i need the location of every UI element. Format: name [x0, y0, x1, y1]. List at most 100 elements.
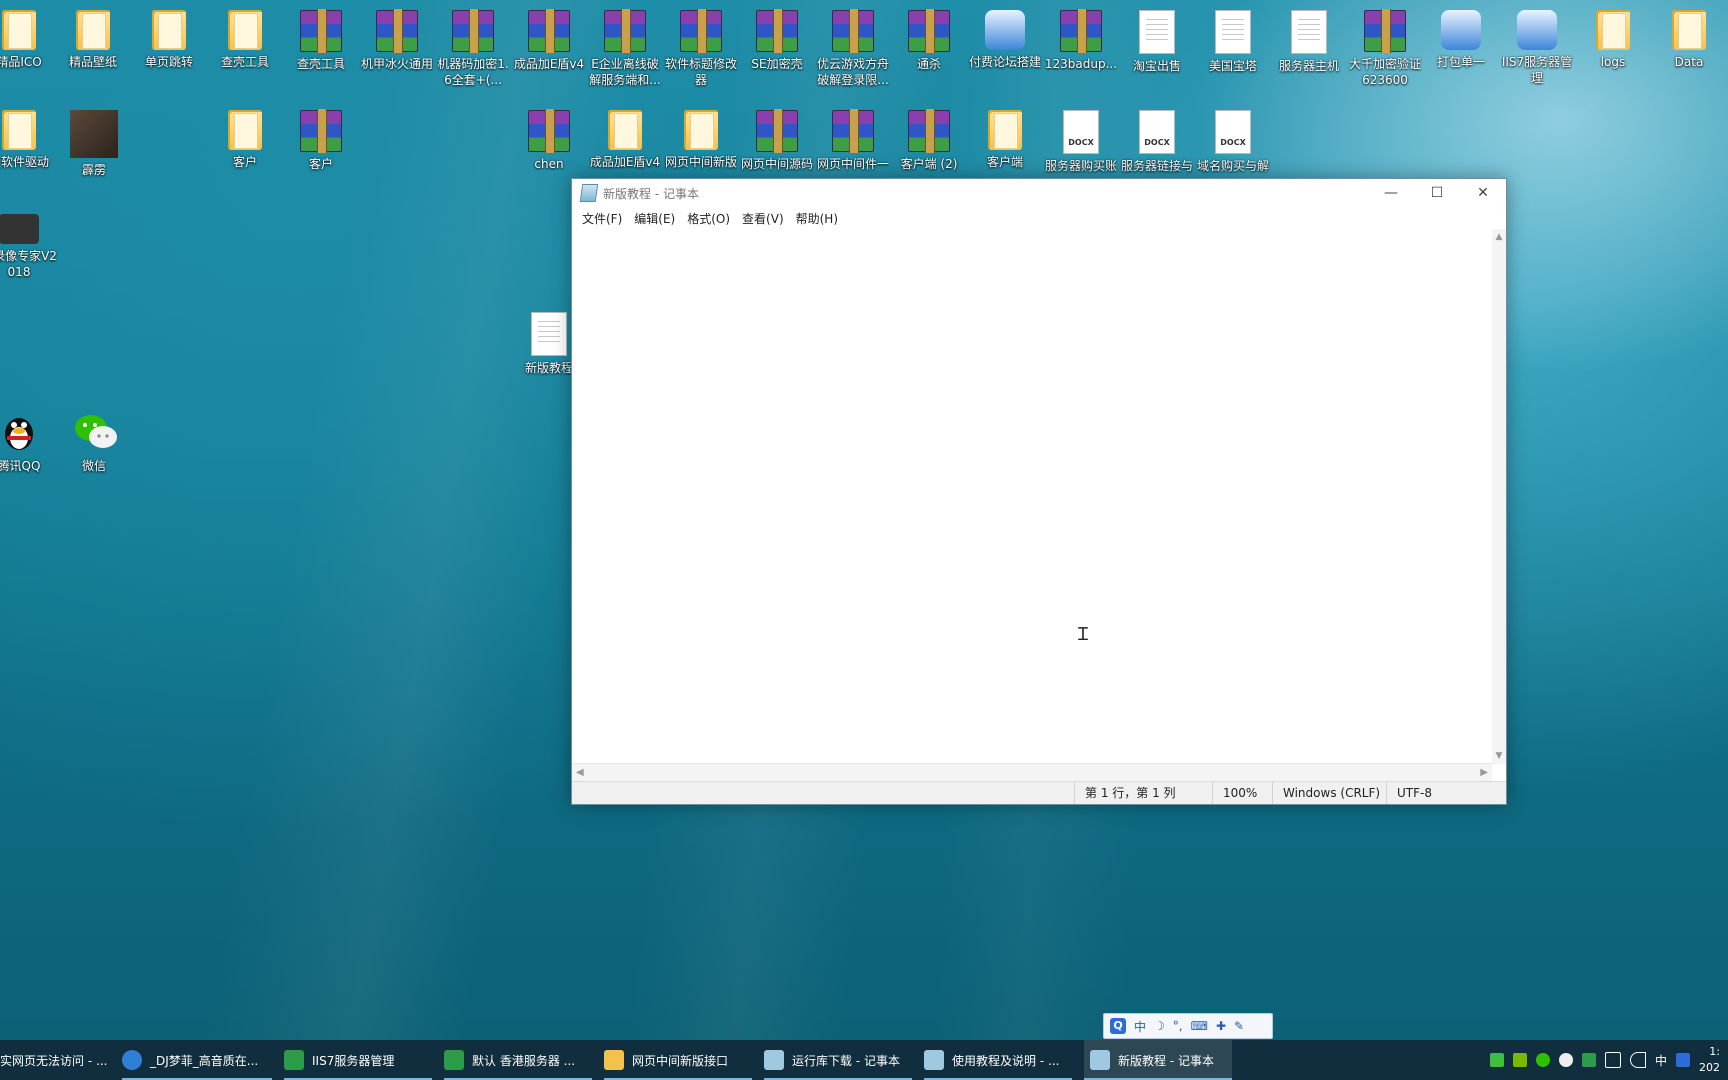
- clock[interactable]: 1: 202: [1699, 1044, 1720, 1076]
- image-thumbnail-icon: [70, 110, 118, 158]
- iis7-tray-icon[interactable]: [1581, 1053, 1596, 1067]
- desktop-icon[interactable]: 网页中间源码: [738, 109, 816, 172]
- input-language[interactable]: 中: [1655, 1052, 1667, 1069]
- desktop-icon[interactable]: 123badup...: [1042, 9, 1120, 72]
- desktop-icon[interactable]: 通杀: [890, 9, 968, 72]
- scroll-down-arrow-icon[interactable]: ▼: [1494, 751, 1504, 761]
- desktop-icon[interactable]: 霹雳: [55, 110, 133, 178]
- close-button[interactable]: ✕: [1460, 179, 1506, 207]
- text-editor-area[interactable]: [572, 229, 1506, 764]
- ime-mode-toggle[interactable]: 中: [1134, 1018, 1146, 1035]
- desktop-icon[interactable]: DOCX 域名购买与解: [1194, 110, 1272, 174]
- desktop-icon[interactable]: 美国宝塔: [1194, 10, 1272, 74]
- desktop-icon[interactable]: logs: [1574, 10, 1652, 70]
- desktop-icon[interactable]: 单页跳转: [130, 10, 208, 70]
- desktop-icon[interactable]: 淘宝出售: [1118, 10, 1196, 74]
- menu-format[interactable]: 格式(O): [681, 210, 736, 227]
- folder-icon: [988, 110, 1022, 150]
- desktop-icon[interactable]: 机器码加密1.6全套+(...: [434, 9, 512, 88]
- desktop-icon[interactable]: Data: [1650, 10, 1728, 70]
- taskbar-item-label: 运行库下载 - 记事本: [792, 1053, 900, 1068]
- status-line-ending: Windows (CRLF): [1272, 782, 1380, 804]
- ime-keyboard-icon[interactable]: ⌨: [1191, 1019, 1208, 1033]
- wechat-tray-icon[interactable]: [1535, 1053, 1550, 1067]
- taskbar-item-iis7[interactable]: IIS7服务器管理: [284, 1040, 432, 1080]
- desktop-icon[interactable]: 客户端: [966, 110, 1044, 170]
- ime-settings-icon[interactable]: ✎: [1234, 1019, 1244, 1033]
- desktop-icon[interactable]: 付费论坛搭建: [966, 10, 1044, 70]
- taskbar-item-notepad-new[interactable]: 新版教程 - 记事本: [1084, 1040, 1232, 1080]
- desktop-icon[interactable]: 大千加密验证623600: [1346, 9, 1424, 88]
- desktop-icon[interactable]: 客户: [206, 110, 284, 170]
- desktop-icon[interactable]: 查壳工具: [206, 10, 284, 70]
- desktop-icon[interactable]: 网页中间新版: [662, 110, 740, 170]
- horizontal-scrollbar[interactable]: ◀ ▶: [572, 763, 1492, 782]
- desktop-icon[interactable]: 软件标题修改器: [662, 9, 740, 88]
- desktop-icon-qq[interactable]: 腾讯QQ: [0, 410, 58, 474]
- ime-punctuation-icon[interactable]: °,: [1173, 1019, 1183, 1033]
- desktop-icon[interactable]: DOCX 服务器链接与: [1118, 110, 1196, 174]
- docx-document-icon: DOCX: [1139, 110, 1175, 154]
- desktop-icon[interactable]: E企业离线破解服务端和...: [586, 9, 664, 88]
- scroll-right-arrow-icon[interactable]: ▶: [1480, 767, 1488, 778]
- desktop-icon-label: 通杀: [916, 57, 941, 71]
- scroll-up-arrow-icon[interactable]: ▲: [1494, 232, 1504, 242]
- desktop-icon[interactable]: 硬软件驱动: [0, 110, 58, 170]
- desktop-icon[interactable]: 优云游戏方舟破解登录限...: [814, 9, 892, 88]
- desktop-icon[interactable]: 查壳工具: [282, 9, 360, 72]
- desktop-icon-label: 霹雳: [81, 163, 106, 177]
- system-tray: 中 1: 202: [1489, 1040, 1728, 1080]
- desktop-icon-label: 域名购买与解: [1196, 159, 1269, 173]
- desktop-icon[interactable]: SE加密壳: [738, 9, 816, 72]
- menu-edit[interactable]: 编辑(E): [628, 210, 681, 227]
- winrar-archive-icon: [908, 109, 950, 153]
- desktop-icon-label: 机甲冰火通用: [360, 57, 433, 71]
- taskbar-item-label: 使用教程及说明 - ...: [952, 1053, 1060, 1068]
- desktop-icon[interactable]: 客户: [282, 109, 360, 172]
- scroll-left-arrow-icon[interactable]: ◀: [576, 767, 584, 778]
- notepad-icon: [1090, 1050, 1110, 1070]
- menu-help[interactable]: 帮助(H): [790, 210, 844, 227]
- desktop-icon[interactable]: 机甲冰火通用: [358, 9, 436, 72]
- desktop-icon[interactable]: 成品加E盾v4: [510, 9, 588, 72]
- desktop-icon[interactable]: 精品壁纸: [54, 10, 132, 70]
- network-icon[interactable]: [1604, 1052, 1621, 1068]
- sogou-browser-icon: [122, 1050, 142, 1070]
- desktop-icon-label: 精品壁纸: [68, 55, 117, 69]
- green-tray-icon[interactable]: [1489, 1053, 1504, 1067]
- sogou-ime-icon[interactable]: [1676, 1053, 1690, 1067]
- desktop-icon[interactable]: 打包单一: [1422, 10, 1500, 70]
- desktop-icon[interactable]: 网页中间件一: [814, 109, 892, 172]
- taskbar-item-folder[interactable]: 网页中间新版接口: [604, 1040, 752, 1080]
- window-title: 新版教程 - 记事本: [603, 186, 699, 201]
- taskbar-item-notepad-runtime[interactable]: 运行库下载 - 记事本: [764, 1040, 912, 1080]
- nvidia-icon[interactable]: [1512, 1053, 1527, 1067]
- menu-file[interactable]: 文件(F): [576, 210, 628, 227]
- ime-tools-icon[interactable]: ✚: [1216, 1019, 1226, 1033]
- desktop-icon[interactable]: DOCX 服务器购买账: [1042, 110, 1120, 174]
- desktop-icon[interactable]: chen: [510, 109, 588, 172]
- minimize-button[interactable]: —: [1368, 179, 1414, 207]
- taskbar-item-browser[interactable]: 实网页无法访问 - ...: [0, 1040, 108, 1080]
- desktop-icon[interactable]: 服务器主机: [1270, 10, 1348, 74]
- qq-tray-icon[interactable]: [1558, 1053, 1573, 1067]
- taskbar-item-notepad-usage[interactable]: 使用教程及说明 - ...: [924, 1040, 1072, 1080]
- volume-icon[interactable]: [1629, 1052, 1646, 1068]
- desktop-icon-label: E企业离线破解服务端和...: [589, 57, 661, 87]
- desktop-icon-label: 硬软件驱动: [0, 155, 49, 169]
- menu-view[interactable]: 查看(V): [736, 210, 790, 227]
- window-title-bar[interactable]: 新版教程 - 记事本 — ☐ ✕: [572, 179, 1506, 207]
- vertical-scrollbar[interactable]: ▲ ▼: [1492, 229, 1506, 764]
- desktop-icon[interactable]: IIS7服务器管理: [1498, 10, 1576, 86]
- desktop-icon[interactable]: 精品ICO: [0, 10, 58, 70]
- desktop-icon-screen-recorder[interactable]: 幕录像专家V2018: [0, 214, 58, 280]
- maximize-button[interactable]: ☐: [1414, 179, 1460, 207]
- taskbar-item-hk-server[interactable]: 默认 香港服务器 ...: [444, 1040, 592, 1080]
- ime-moon-icon[interactable]: ☽: [1154, 1019, 1165, 1033]
- ime-toolbar[interactable]: Q 中 ☽ °, ⌨ ✚ ✎: [1103, 1013, 1273, 1039]
- taskbar-item-music[interactable]: _DJ梦菲_高音质在...: [122, 1040, 272, 1080]
- desktop-icon[interactable]: 成品加E盾v4: [586, 110, 664, 170]
- ime-logo-icon[interactable]: Q: [1110, 1018, 1126, 1034]
- desktop-icon[interactable]: 客户端 (2): [890, 109, 968, 172]
- desktop-icon-wechat[interactable]: 微信: [55, 410, 133, 474]
